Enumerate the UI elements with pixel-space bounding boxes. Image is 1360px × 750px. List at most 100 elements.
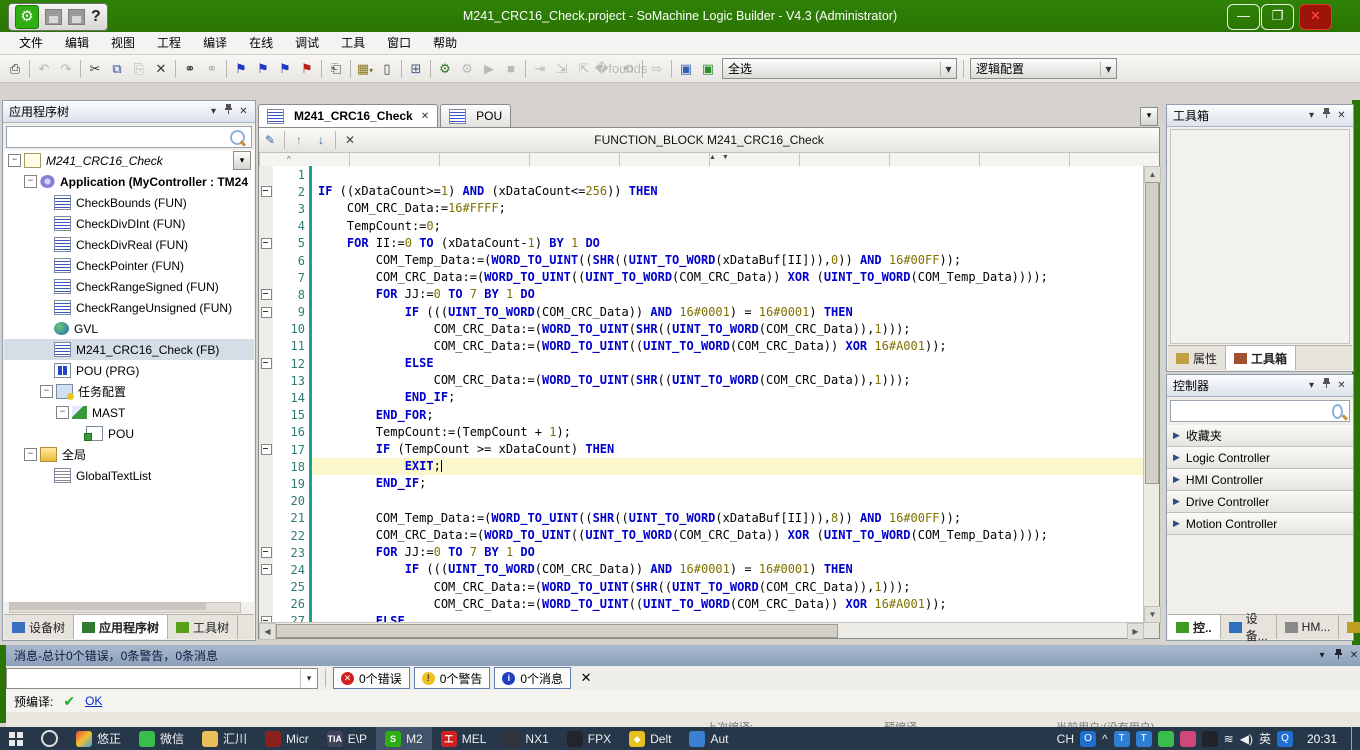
menu-item-4[interactable]: 工程 bbox=[146, 32, 192, 54]
scroll-left-icon[interactable]: ◀ bbox=[259, 623, 276, 640]
monitor2-icon[interactable]: ▣ bbox=[697, 59, 719, 79]
tree-item-checkrangesigned-fun-[interactable]: CheckRangeSigned (FUN) bbox=[4, 276, 254, 297]
tab-close-icon[interactable]: ✕ bbox=[421, 111, 429, 122]
combo-dropdown-icon[interactable]: ▾ bbox=[940, 62, 956, 76]
controller-group-motion-controller[interactable]: ▶Motion Controller bbox=[1167, 513, 1353, 535]
code-line-19[interactable]: 19 END_IF; bbox=[259, 475, 1144, 492]
tree-hscrollbar[interactable] bbox=[9, 602, 241, 613]
taskbar-app-m2[interactable]: SM2 bbox=[376, 727, 432, 750]
menu-item-9[interactable]: 窗口 bbox=[376, 32, 422, 54]
code-line-22[interactable]: 22 COM_CRC_Data:=(WORD_TO_UINT((UINT_TO_… bbox=[259, 527, 1144, 544]
toolbox-pin-icon[interactable] bbox=[1319, 108, 1334, 123]
code-line-13[interactable]: 13 COM_CRC_Data:=(WORD_TO_UINT(SHR((UINT… bbox=[259, 372, 1144, 389]
code-line-2[interactable]: 2IF ((xDataCount>=1) AND (xDataCount<=25… bbox=[259, 183, 1144, 200]
fold-collapse-icon[interactable] bbox=[261, 186, 272, 197]
tree-item-mast[interactable]: −MAST bbox=[4, 402, 254, 423]
tray-app-icon-1[interactable]: T bbox=[1114, 731, 1130, 747]
controller-group-logic-controller[interactable]: ▶Logic Controller bbox=[1167, 447, 1353, 469]
split-view-control[interactable]: ▲ ▼ bbox=[709, 154, 731, 161]
code-line-8[interactable]: 8 FOR JJ:=0 TO 7 BY 1 DO bbox=[259, 286, 1144, 303]
device-selector-combo[interactable]: 全选▾ bbox=[722, 58, 957, 79]
tree-item-pou-prg-[interactable]: POU (PRG) bbox=[4, 360, 254, 381]
delete-icon[interactable]: ✕ bbox=[150, 59, 172, 79]
taskbar-app-delt[interactable]: ◆Delt bbox=[620, 727, 680, 750]
code-line-20[interactable]: 20 bbox=[259, 493, 1144, 510]
warnings-filter-button[interactable]: ! 0个警告 bbox=[414, 667, 491, 689]
controller-close-icon[interactable]: ✕ bbox=[1334, 378, 1349, 393]
code-line-3[interactable]: 3 COM_CRC_Data:=16#FFFF; bbox=[259, 200, 1144, 217]
ime-icon[interactable]: O bbox=[1080, 731, 1096, 747]
code-line-17[interactable]: 17 IF (TempCount >= xDataCount) THEN bbox=[259, 441, 1144, 458]
menu-item-6[interactable]: 在线 bbox=[238, 32, 284, 54]
volume-icon[interactable]: ◀) bbox=[1240, 732, 1253, 746]
new-object-icon[interactable]: ▯ bbox=[376, 59, 398, 79]
taskbar-app-悠正[interactable]: 悠正 bbox=[67, 727, 130, 750]
bookmark-next-icon[interactable]: ⚑ bbox=[252, 59, 274, 79]
precompile-ok-link[interactable]: OK bbox=[85, 694, 102, 708]
code-line-12[interactable]: 12 ELSE bbox=[259, 355, 1144, 372]
tab-list-dropdown-icon[interactable]: ▾ bbox=[1140, 107, 1158, 126]
panel-dropdown-icon[interactable]: ▾ bbox=[206, 104, 221, 119]
copy-icon[interactable]: ⧉ bbox=[106, 59, 128, 79]
tray-expand-arrow[interactable]: ^ bbox=[1102, 732, 1108, 746]
tab-工具箱[interactable]: 工具箱 bbox=[1226, 346, 1296, 370]
taskbar-search-button[interactable] bbox=[32, 727, 67, 750]
bookmark-clear-icon[interactable]: ⚑ bbox=[296, 59, 318, 79]
menu-item-8[interactable]: 工具 bbox=[330, 32, 376, 54]
editor-tab-m241_crc16_check[interactable]: M241_CRC16_Check✕ bbox=[258, 104, 438, 127]
fold-collapse-icon[interactable] bbox=[261, 444, 272, 455]
fold-collapse-icon[interactable] bbox=[261, 547, 272, 558]
tree-item-pou[interactable]: POU bbox=[4, 423, 254, 444]
code-line-10[interactable]: 10 COM_CRC_Data:=(WORD_TO_UINT(SHR((UINT… bbox=[259, 321, 1144, 338]
errors-filter-button[interactable]: ✕ 0个错误 bbox=[333, 667, 410, 689]
toolbox-close-icon[interactable]: ✕ bbox=[1334, 108, 1349, 123]
tree-item-gvl[interactable]: GVL bbox=[4, 318, 254, 339]
panel-pin-icon[interactable] bbox=[221, 104, 236, 119]
tree-item-m241-crc16-check-fb-[interactable]: M241_CRC16_Check (FB) bbox=[4, 339, 254, 360]
menu-item-5[interactable]: 编译 bbox=[192, 32, 238, 54]
scroll-up-icon[interactable]: ▲ bbox=[1144, 166, 1161, 183]
find-icon[interactable]: ⚭ bbox=[179, 59, 201, 79]
tree-root-dropdown-icon[interactable]: ▾ bbox=[233, 151, 251, 170]
close-button[interactable]: ✕ bbox=[1299, 4, 1332, 30]
monitor1-icon[interactable]: ▣ bbox=[675, 59, 697, 79]
taskbar-app-aut[interactable]: Aut bbox=[680, 727, 737, 750]
tree-search-box[interactable] bbox=[6, 126, 252, 148]
messages-close-icon[interactable]: ✕ bbox=[1346, 650, 1360, 661]
fold-collapse-icon[interactable] bbox=[261, 358, 272, 369]
tab-应用程序树[interactable]: 应用程序树 bbox=[74, 615, 168, 639]
taskbar-app-nx1[interactable]: NX1 bbox=[495, 727, 557, 750]
editor-vscrollbar[interactable]: ▲ ▼ bbox=[1143, 166, 1159, 623]
fold-collapse-icon[interactable] bbox=[261, 307, 272, 318]
code-line-26[interactable]: 26 COM_CRC_Data:=(WORD_TO_UINT((UINT_TO_… bbox=[259, 596, 1144, 613]
login-icon[interactable]: ⚙ bbox=[434, 59, 456, 79]
code-line-6[interactable]: 6 COM_Temp_Data:=(WORD_TO_UINT((SHR((UIN… bbox=[259, 252, 1144, 269]
bookmark-prev-icon[interactable]: ⚑ bbox=[274, 59, 296, 79]
code-line-21[interactable]: 21 COM_Temp_Data:=(WORD_TO_UINT((SHR((UI… bbox=[259, 510, 1144, 527]
tab-不[interactable]: 不 bbox=[1339, 615, 1360, 639]
menu-item-3[interactable]: 视图 bbox=[100, 32, 146, 54]
code-line-9[interactable]: 9 IF (((UINT_TO_WORD(COM_CRC_Data)) AND … bbox=[259, 304, 1144, 321]
vscroll-thumb[interactable] bbox=[1145, 182, 1159, 484]
scroll-right-icon[interactable]: ▶ bbox=[1127, 623, 1144, 640]
start-button[interactable] bbox=[0, 727, 32, 750]
message-category-combo[interactable]: ▾ bbox=[6, 668, 318, 689]
tree-expander-icon[interactable]: − bbox=[8, 154, 21, 167]
tree-item-checkdivreal-fun-[interactable]: CheckDivReal (FUN) bbox=[4, 234, 254, 255]
tree-expander-icon[interactable]: − bbox=[24, 448, 37, 461]
menu-item-2[interactable]: 编辑 bbox=[54, 32, 100, 54]
network-icon[interactable]: ≋ bbox=[1224, 732, 1234, 746]
tab-设备[interactable]: 设备... bbox=[1221, 615, 1277, 639]
controller-group-drive-controller[interactable]: ▶Drive Controller bbox=[1167, 491, 1353, 513]
wechat-tray-icon[interactable] bbox=[1158, 731, 1174, 747]
tab-工具树[interactable]: 工具树 bbox=[168, 615, 238, 639]
menu-item-7[interactable]: 调试 bbox=[284, 32, 330, 54]
fold-collapse-icon[interactable] bbox=[261, 289, 272, 300]
taskbar-app-ep[interactable]: TIAE\P bbox=[318, 727, 376, 750]
messages-dropdown-icon[interactable]: ▾ bbox=[1314, 650, 1330, 661]
tree-expander-icon[interactable]: − bbox=[24, 175, 37, 188]
code-line-16[interactable]: 16 TempCount:=(TempCount + 1); bbox=[259, 424, 1144, 441]
code-line-5[interactable]: 5 FOR II:=0 TO (xDataCount-1) BY 1 DO bbox=[259, 235, 1144, 252]
print-icon[interactable]: ⎙ bbox=[4, 59, 26, 79]
taskbar-app-汇川[interactable]: 汇川 bbox=[193, 727, 256, 750]
